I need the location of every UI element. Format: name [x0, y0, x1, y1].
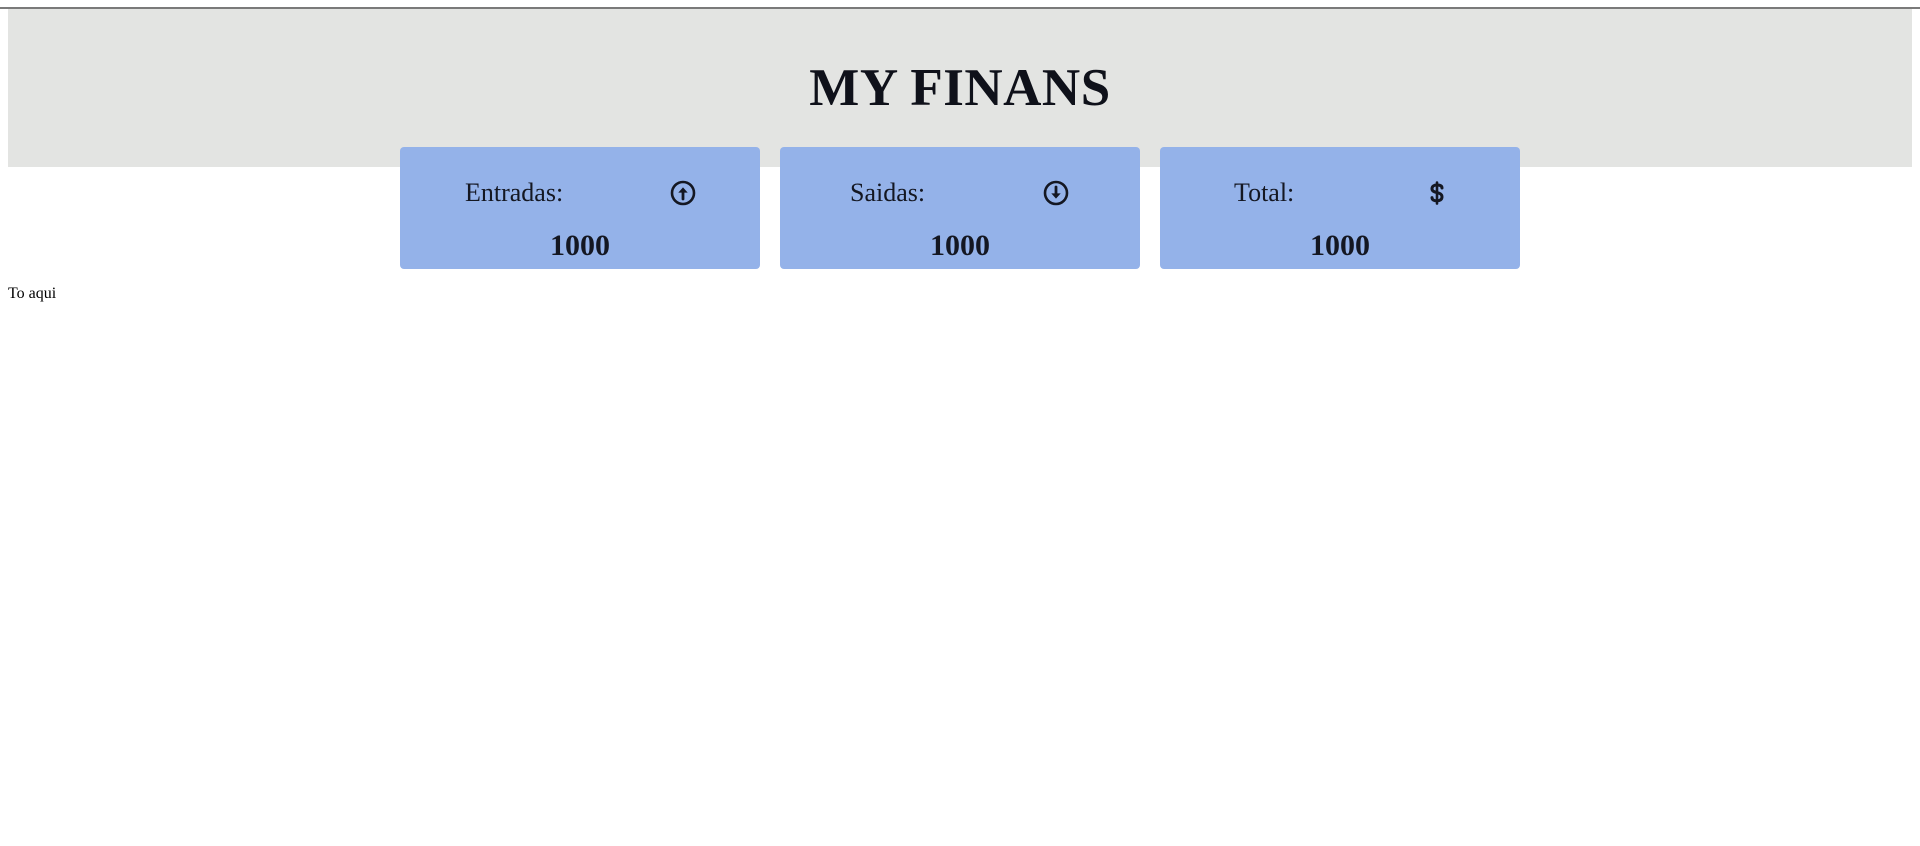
expense-value: 1000 [930, 229, 990, 262]
expense-card-header: Saidas: [780, 175, 1140, 211]
income-value: 1000 [550, 229, 610, 262]
income-card-header: Entradas: [400, 175, 760, 211]
income-label: Entradas: [465, 178, 564, 207]
total-value: 1000 [1310, 229, 1370, 262]
total-label: Total: [1234, 178, 1295, 207]
income-card: Entradas: 1000 [400, 147, 760, 269]
summary-cards: Entradas: 1000 Saidas: 1000 Total: 1000 [400, 147, 1520, 269]
dollar-sign-icon [1430, 181, 1444, 205]
page-title: MY FINANS [809, 59, 1111, 117]
expense-label: Saidas: [850, 178, 926, 207]
total-card: Total: 1000 [1160, 147, 1520, 269]
arrow-down-circle-icon [1043, 180, 1069, 206]
status-note: To aqui [8, 285, 57, 302]
total-card-header: Total: [1160, 175, 1520, 211]
expense-card: Saidas: 1000 [780, 147, 1140, 269]
arrow-up-circle-icon [670, 180, 696, 206]
